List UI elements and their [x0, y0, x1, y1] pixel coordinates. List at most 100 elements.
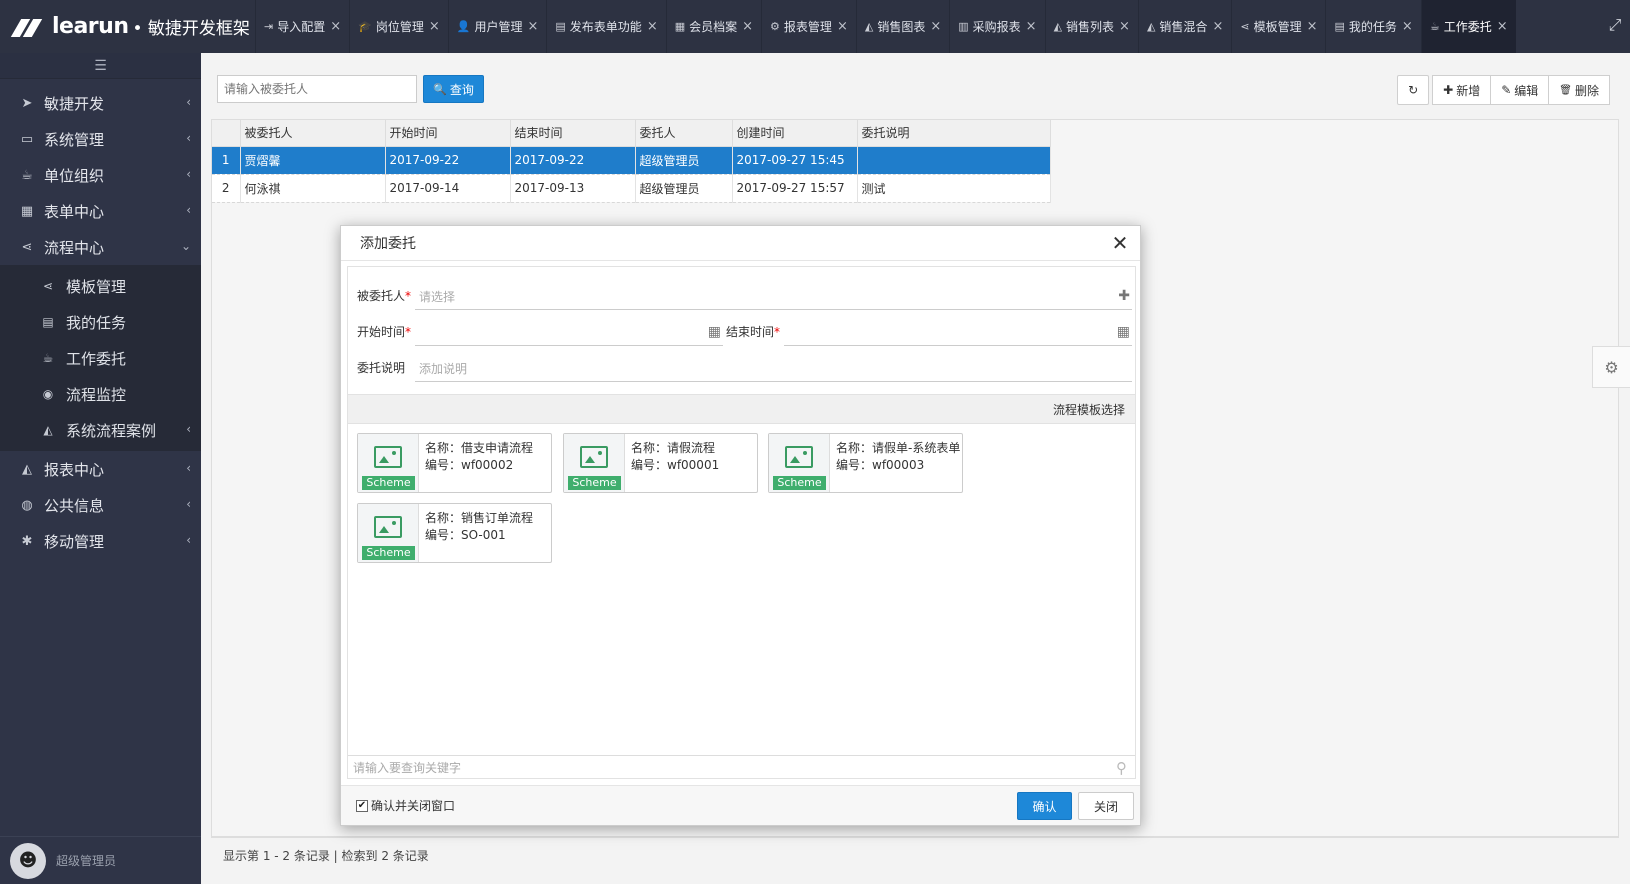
tab-close-icon[interactable]: × — [1026, 19, 1037, 34]
add-button[interactable]: ✚ 新增 — [1432, 75, 1492, 105]
eye-icon: ◉ — [42, 387, 54, 401]
tab-close-icon[interactable]: × — [1212, 19, 1223, 34]
delete-button-label: 删除 — [1574, 83, 1599, 98]
delegate-search-input[interactable] — [217, 75, 417, 103]
tab-close-icon[interactable]: × — [742, 19, 753, 34]
sidebar-item-system[interactable]: ▭ 系统管理 ‹ — [0, 121, 201, 157]
edit-button[interactable]: ✎ 编辑 — [1490, 75, 1550, 105]
dialog-body: 被委托人* 请选择 ✚ 开始时间* ▦ 结束时间* ▦ 委托说明 添加说明 流程… — [347, 266, 1136, 779]
end-time-field[interactable]: ▦ — [784, 320, 1132, 346]
tab-icon: 👤 — [456, 20, 471, 33]
confirm-button[interactable]: 确认 — [1017, 792, 1072, 820]
tab-work-delegation[interactable]: ☕ 工作委托 × — [1420, 0, 1516, 53]
tab-publish-form[interactable]: ▤ 发布表单功能 × — [546, 0, 665, 53]
column-header[interactable]: 委托人 — [635, 120, 733, 147]
user-panel[interactable]: ☻ 超级管理员 — [0, 836, 201, 884]
template-card[interactable]: Scheme 名称：销售订单流程 编号：SO-001 — [357, 503, 552, 563]
template-code: 编号：wf00003 — [836, 458, 925, 472]
sidebar-item-flow-center[interactable]: ⋖ 流程中心 ⌄ — [0, 229, 201, 265]
tab-user-management[interactable]: 👤 用户管理 × — [447, 0, 547, 53]
sidebar-item-work-delegation[interactable]: ☕ 工作委托 — [0, 340, 201, 376]
tab-label: 销售混合 — [1159, 20, 1208, 34]
table-row[interactable]: 1 贾熠馨 2017-09-22 2017-09-22 超级管理员 2017-0… — [212, 146, 1051, 175]
tab-close-icon[interactable]: × — [1307, 19, 1318, 34]
tab-close-icon[interactable]: × — [330, 19, 341, 34]
delete-button[interactable]: 🗑 删除 — [1548, 75, 1610, 105]
fullscreen-icon[interactable]: ⤢ — [1606, 16, 1624, 34]
tab-close-icon[interactable]: × — [647, 19, 658, 34]
template-card[interactable]: Scheme 名称：借支申请流程 编号：wf00002 — [357, 433, 552, 493]
column-header[interactable]: 结束时间 — [510, 120, 636, 147]
delegate-field[interactable]: 请选择 ✚ — [415, 284, 1132, 310]
tab-purchase-report[interactable]: ▥ 采购报表 × — [949, 0, 1044, 53]
tab-icon: ▤ — [1334, 20, 1345, 33]
template-card[interactable]: Scheme 名称：请假流程 编号：wf00001 — [563, 433, 758, 493]
tab-post-management[interactable]: 🎓 岗位管理 × — [349, 0, 448, 53]
tab-report-management[interactable]: ⚙ 报表管理 × — [761, 0, 856, 53]
tab-close-icon[interactable]: × — [1497, 19, 1508, 34]
row-number: 1 — [212, 146, 241, 175]
sidebar-item-flow-cases[interactable]: ◭ 系统流程案例 ‹ — [0, 412, 201, 448]
refresh-button[interactable]: ↻ — [1397, 75, 1430, 105]
tab-icon: ▥ — [958, 20, 969, 33]
gear-icon[interactable]: ⚙ — [1592, 346, 1630, 388]
column-header[interactable]: 创建时间 — [732, 120, 858, 147]
tab-label: 我的任务 — [1348, 20, 1397, 34]
app-logo[interactable]: learun • 敏捷开发框架 — [0, 0, 255, 53]
start-time-field[interactable]: ▦ — [415, 320, 723, 346]
file-icon: ▤ — [42, 315, 54, 329]
area-chart-icon: ◭ — [22, 461, 32, 477]
sidebar-item-agile-dev[interactable]: ➤ 敏捷开发 ‹ — [0, 85, 201, 121]
sidebar-item-mobile[interactable]: ✱ 移动管理 ‹ — [0, 523, 201, 559]
chevron-left-icon: ‹ — [186, 422, 191, 436]
sidebar-item-report-center[interactable]: ◭ 报表中心 ‹ — [0, 451, 201, 487]
query-button[interactable]: 🔍 查询 — [423, 75, 484, 103]
close-button[interactable]: 关闭 — [1078, 792, 1134, 820]
sidebar-item-form-center[interactable]: ▦ 表单中心 ‹ — [0, 193, 201, 229]
brand-tagline: • 敏捷开发框架 — [132, 19, 250, 39]
description-field[interactable]: 添加说明 — [415, 356, 1132, 382]
column-header[interactable]: 被委托人 — [240, 120, 386, 147]
calendar-icon[interactable]: ▦ — [708, 324, 721, 340]
sidebar-item-public-info[interactable]: ◍ 公共信息 ‹ — [0, 487, 201, 523]
search-icon[interactable]: ⚲ — [1116, 759, 1127, 777]
sidebar-item-flow-monitor[interactable]: ◉ 流程监控 — [0, 376, 201, 412]
table-cell: 何泳祺 — [240, 174, 386, 203]
tab-label: 岗位管理 — [375, 20, 424, 34]
table-row[interactable]: 2 何泳祺 2017-09-14 2017-09-13 超级管理员 2017-0… — [212, 174, 1051, 203]
tab-sales-mixed[interactable]: ◭ 销售混合 × — [1137, 0, 1231, 53]
tab-sales-list[interactable]: ◭ 销售列表 × — [1044, 0, 1138, 53]
sidebar-item-label: 模板管理 — [66, 277, 127, 296]
column-header[interactable]: 委托说明 — [857, 120, 1051, 147]
tab-close-icon[interactable]: × — [837, 19, 848, 34]
tab-close-icon[interactable]: × — [1402, 19, 1413, 34]
sidebar-item-template-management[interactable]: ⋖ 模板管理 — [0, 268, 201, 304]
top-navbar: learun • 敏捷开发框架 ⇥ 导入配置 × 🎓 岗位管理 × 👤 用户管理 × ▤ 发布… — [0, 0, 1630, 53]
template-thumbnail: Scheme — [358, 504, 419, 562]
sidebar-item-organization[interactable]: ☕ 单位组织 ‹ — [0, 157, 201, 193]
template-keyword-search[interactable]: 请输入要查询关键字 ⚲ — [348, 755, 1135, 779]
tab-my-tasks[interactable]: ▤ 我的任务 × — [1325, 0, 1420, 53]
confirm-close-label[interactable]: 确认并关闭窗口 — [371, 797, 455, 814]
table-cell: 超级管理员 — [635, 146, 733, 175]
confirm-close-checkbox[interactable]: ✔ — [356, 799, 368, 812]
tab-close-icon[interactable]: × — [930, 19, 941, 34]
tab-import-config[interactable]: ⇥ 导入配置 × — [255, 0, 349, 53]
tab-sales-chart[interactable]: ◭ 销售图表 × — [855, 0, 949, 53]
tab-member-archive[interactable]: ▦ 会员档案 × — [665, 0, 761, 53]
avatar[interactable]: ☻ — [10, 842, 46, 879]
template-section-header: 流程模板选择 — [348, 394, 1135, 424]
sidebar-item-my-tasks[interactable]: ▤ 我的任务 — [0, 304, 201, 340]
tab-template-management[interactable]: ⋖ 模板管理 × — [1231, 0, 1325, 53]
template-card[interactable]: Scheme 名称：请假单-系统表单 编号：wf00003 — [768, 433, 963, 493]
calendar-icon[interactable]: ▦ — [1117, 324, 1130, 340]
tab-close-icon[interactable]: × — [1119, 19, 1130, 34]
column-header[interactable]: 开始时间 — [385, 120, 511, 147]
sidebar-item-label: 我的任务 — [66, 313, 127, 332]
tab-close-icon[interactable]: × — [429, 19, 440, 34]
template-name: 名称：请假单-系统表单 — [836, 441, 961, 455]
tab-close-icon[interactable]: × — [527, 19, 538, 34]
sidebar-collapse-icon[interactable]: ☰ — [0, 53, 201, 79]
plus-icon[interactable]: ✚ — [1118, 288, 1130, 304]
close-icon[interactable]: ✕ — [1110, 233, 1130, 253]
